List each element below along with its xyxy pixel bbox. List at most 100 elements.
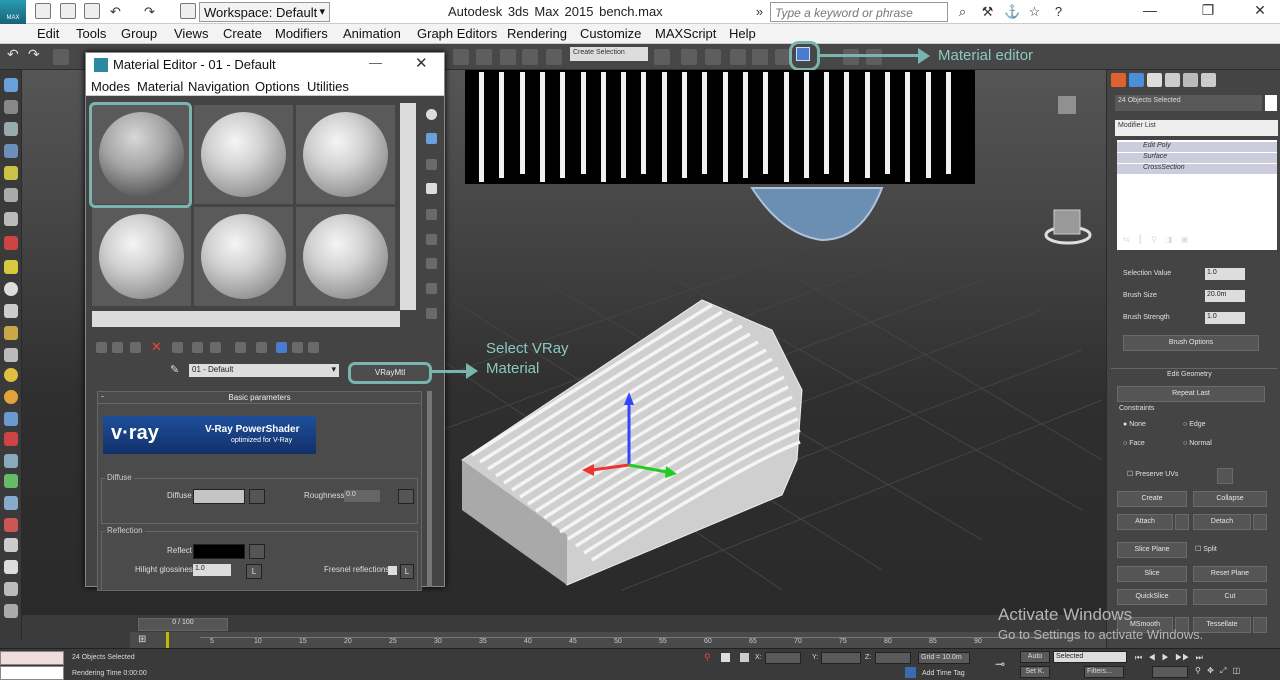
menu-rendering[interactable]: Rendering [507, 26, 567, 41]
redo-icon[interactable]: ↷ [28, 46, 44, 62]
sun-icon[interactable] [4, 368, 18, 382]
create-shape-icon[interactable] [4, 144, 18, 158]
rollout-collapse-icon[interactable]: - [101, 391, 104, 401]
attach-settings-button[interactable] [1175, 514, 1189, 530]
selection-value-spinner[interactable]: 1.0 [1205, 268, 1245, 280]
utilities-tab-icon[interactable] [1201, 73, 1216, 87]
show-end-result-icon[interactable] [276, 342, 287, 353]
y-coordinate-field[interactable] [821, 652, 861, 664]
constraint-normal-radio[interactable]: ○ Normal [1183, 440, 1212, 447]
fresnel-lock-button[interactable]: L [400, 564, 414, 579]
show-map-icon[interactable] [256, 342, 267, 353]
x-coordinate-field[interactable] [765, 652, 801, 664]
auto-key-button[interactable]: Auto [1020, 651, 1050, 663]
rollout-scrollbar[interactable] [427, 391, 432, 587]
selection-name-field[interactable]: 24 Objects Selected [1115, 95, 1262, 111]
isolate-selection-icon[interactable]: ⚲ [704, 652, 711, 663]
binoculars-icon[interactable]: ⌕ [955, 4, 970, 19]
add-time-tag-icon[interactable] [905, 667, 916, 678]
percent-snap-icon[interactable] [500, 49, 516, 65]
sky-icon[interactable] [4, 390, 18, 404]
playback-controls[interactable]: ⏮ ◀ ▶ ▶▶ ⏭ [1135, 653, 1275, 663]
reset-map-icon[interactable]: ✕ [151, 339, 162, 355]
diffuse-map-button[interactable] [249, 489, 265, 504]
hilight-lock-button[interactable]: L [246, 564, 262, 579]
track-bar[interactable]: ⊞ 5 10 15 20 25 30 35 40 45 50 55 60 65 … [130, 632, 1106, 648]
constraint-edge-radio[interactable]: ○ Edge [1183, 421, 1206, 428]
restore-icon[interactable]: ❐ [1198, 2, 1218, 19]
go-forward-icon[interactable] [308, 342, 319, 353]
menu-maxscript[interactable]: MAXScript [655, 26, 716, 41]
sample-slot-2[interactable] [194, 105, 293, 204]
material-id-icon[interactable] [235, 342, 246, 353]
display-icon[interactable] [4, 582, 18, 596]
make-copy-icon[interactable] [172, 342, 183, 353]
maxscript-mini-input[interactable] [0, 666, 64, 680]
motion-tab-icon[interactable] [1165, 73, 1180, 87]
backlight-icon[interactable] [426, 133, 437, 144]
options-icon[interactable] [426, 258, 437, 269]
align-icon[interactable] [681, 49, 697, 65]
plane-object-icon[interactable] [4, 304, 18, 318]
cut-button[interactable]: Cut [1193, 589, 1267, 605]
menu-tools[interactable]: Tools [76, 26, 106, 41]
stack-tools[interactable]: ⇆ ┃ ⚲ ◨ ▣ [1123, 235, 1273, 247]
roughness-spinner[interactable]: 0.0 [344, 490, 380, 502]
curve-editor-icon[interactable] [752, 49, 768, 65]
make-unique-icon[interactable] [192, 342, 203, 353]
create-light-icon[interactable] [4, 166, 18, 180]
menu-help[interactable]: Help [729, 26, 756, 41]
split-checkbox[interactable]: ☐ Split [1195, 545, 1217, 553]
z-coordinate-field[interactable] [875, 652, 911, 664]
med-menu-material[interactable]: Material [137, 79, 183, 94]
current-frame-field[interactable] [1152, 666, 1188, 678]
material-map-navigator-icon[interactable] [426, 308, 437, 319]
menu-create[interactable]: Create [223, 26, 262, 41]
med-menu-utilities[interactable]: Utilities [307, 79, 349, 94]
put-material-icon[interactable] [112, 342, 123, 353]
sphere-icon[interactable] [4, 282, 18, 296]
preserve-uvs-settings-button[interactable] [1217, 468, 1233, 484]
reset-plane-button[interactable]: Reset Plane [1193, 566, 1267, 582]
selection-filter-dropdown[interactable]: Selected [1053, 651, 1127, 663]
fresnel-checkbox[interactable] [388, 566, 397, 575]
set-key-button[interactable]: Set K. [1020, 666, 1050, 678]
modify-tab-icon[interactable] [1129, 73, 1144, 87]
spinner-snap-icon[interactable] [522, 49, 538, 65]
undo-icon[interactable]: ↶ [7, 46, 23, 62]
med-menu-options[interactable]: Options [255, 79, 300, 94]
stack-item-crosssection[interactable]: CrossSection [1117, 164, 1277, 174]
create-tab-icon[interactable] [1111, 73, 1126, 87]
constraint-face-radio[interactable]: ○ Face [1123, 440, 1145, 447]
reflect-map-button[interactable] [249, 544, 265, 559]
preserve-uvs-checkbox[interactable]: ☐ Preserve UVs [1127, 470, 1178, 478]
video-color-check-icon[interactable] [426, 209, 437, 220]
menu-graph-editors[interactable]: Graph Editors [417, 26, 497, 41]
hierarchy-tab-icon[interactable] [1147, 73, 1162, 87]
material-type-button[interactable]: VRayMtl [348, 362, 432, 384]
create-button[interactable]: Create [1117, 491, 1187, 507]
stack-item-edit-poly[interactable]: Edit Poly [1117, 142, 1277, 152]
utilities-icon[interactable] [4, 604, 18, 618]
menu-views[interactable]: Views [174, 26, 208, 41]
absolute-mode-icon[interactable] [740, 653, 749, 662]
create-plane-icon[interactable] [4, 122, 18, 136]
collapse-button[interactable]: Collapse [1193, 491, 1267, 507]
detach-settings-button[interactable] [1253, 514, 1267, 530]
cone-icon[interactable] [4, 348, 18, 362]
hilight-glossiness-spinner[interactable]: 1.0 [193, 564, 231, 576]
add-time-tag-label[interactable]: Add Time Tag [922, 670, 965, 677]
constraint-none-radio[interactable]: ● None [1123, 421, 1146, 428]
key-mode-icon[interactable]: ⊞ [138, 634, 146, 645]
foliage-icon[interactable] [4, 474, 18, 488]
vray-light-icon[interactable] [4, 260, 18, 274]
edit-geometry-title[interactable]: Edit Geometry [1167, 371, 1212, 378]
search-input[interactable]: Type a keyword or phrase [770, 2, 948, 22]
menu-customize[interactable]: Customize [580, 26, 641, 41]
eyedropper-icon[interactable]: ✎ [170, 363, 179, 376]
brush-strength-spinner[interactable]: 1.0 [1205, 312, 1245, 324]
bomb-icon[interactable] [4, 432, 18, 446]
detach-button[interactable]: Detach [1193, 514, 1251, 530]
info-center-icon[interactable]: » [752, 4, 767, 19]
plant-icon[interactable] [4, 496, 18, 510]
